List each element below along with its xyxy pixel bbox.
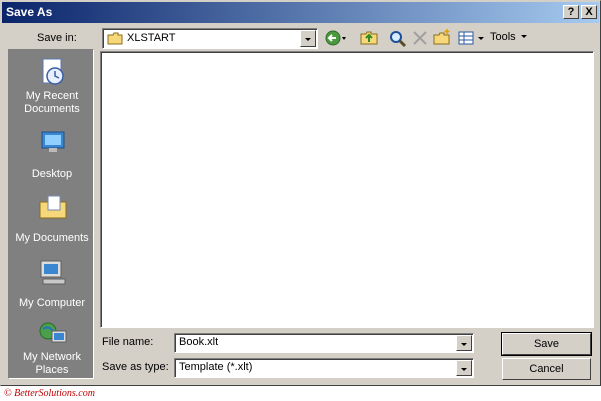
copyright-footer: © BetterSolutions.com	[4, 388, 95, 399]
back-arrow-icon	[325, 30, 346, 46]
new-folder-button[interactable]	[432, 28, 452, 48]
chevron-down-icon[interactable]	[300, 30, 316, 47]
window-title: Save As	[6, 5, 53, 19]
cancel-button[interactable]: Cancel	[502, 358, 591, 380]
close-button[interactable]: X	[581, 5, 597, 19]
help-button[interactable]: ?	[563, 5, 579, 19]
back-button[interactable]	[324, 28, 346, 48]
save-as-type-label: Save as type:	[102, 361, 169, 373]
views-icon	[458, 31, 484, 45]
place-label: My Documents	[15, 232, 89, 244]
file-list[interactable]	[100, 51, 594, 328]
views-button[interactable]	[457, 28, 489, 48]
new-folder-icon	[433, 29, 450, 45]
my-documents-icon	[39, 195, 67, 219]
save-button[interactable]: Save	[501, 332, 592, 356]
file-name-value: Book.xlt	[179, 336, 219, 348]
file-name-input[interactable]: Book.xlt	[174, 333, 474, 353]
search-web-button[interactable]	[387, 28, 407, 48]
search-icon	[390, 31, 407, 48]
chevron-down-icon[interactable]	[456, 360, 472, 376]
place-my-documents[interactable]: My Documents	[9, 188, 95, 252]
place-label: My Computer	[18, 297, 86, 309]
title-bar: Save As ? X	[2, 2, 599, 23]
my-computer-icon	[40, 260, 66, 285]
tools-menu[interactable]: Tools	[490, 31, 529, 43]
file-name-label: File name:	[102, 336, 154, 348]
save-in-folder: XLSTART	[127, 32, 176, 44]
place-my-recent-documents[interactable]: My Recent Documents	[9, 52, 95, 116]
chevron-down-icon[interactable]	[456, 335, 472, 351]
delete-button[interactable]	[410, 28, 430, 48]
place-label: My Network Places	[22, 351, 82, 376]
place-desktop[interactable]: Desktop	[9, 122, 95, 186]
delete-icon	[413, 31, 427, 45]
save-as-type-dropdown[interactable]: Template (*.xlt)	[174, 358, 474, 378]
chevron-down-icon	[520, 35, 527, 38]
save-in-dropdown[interactable]: XLSTART	[102, 28, 318, 49]
places-bar: My Recent Documents Desktop My Documents	[8, 49, 94, 379]
tools-label: Tools	[490, 31, 516, 43]
save-as-type-value: Template (*.xlt)	[179, 361, 253, 373]
save-as-dialog: Save As ? X Save in: XLSTART Tools My Re…	[0, 0, 601, 386]
place-label: Desktop	[31, 168, 73, 180]
up-folder-icon	[360, 31, 378, 45]
place-label: My Recent Documents	[24, 90, 80, 115]
network-places-icon	[39, 322, 67, 343]
up-one-level-button[interactable]	[359, 28, 379, 48]
place-my-computer[interactable]: My Computer	[9, 253, 95, 317]
recent-documents-icon	[42, 58, 64, 85]
save-in-label: Save in:	[37, 32, 77, 44]
folder-icon	[107, 32, 123, 45]
place-my-network-places[interactable]: My Network Places	[9, 315, 95, 379]
desktop-icon	[41, 131, 65, 152]
